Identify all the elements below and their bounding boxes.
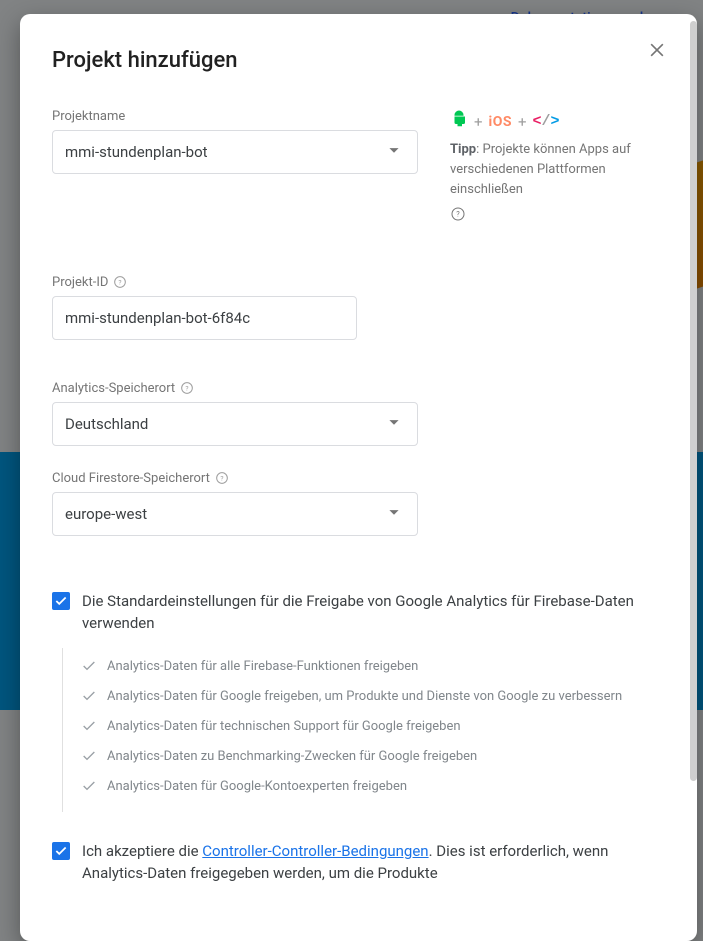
project-name-label: Projektname xyxy=(52,109,418,124)
analytics-sharing-sublist: Analytics-Daten für alle Firebase-Funkti… xyxy=(62,648,665,812)
ios-icon: iOS xyxy=(489,112,512,132)
project-id-input[interactable]: mmi-stundenplan-bot-6f84c xyxy=(52,296,357,340)
sublist-item-text: Analytics-Daten für Google freigeben, um… xyxy=(107,688,622,710)
add-project-dialog: Projekt hinzufügen Projektname mmi-stund… xyxy=(20,14,697,941)
close-icon xyxy=(647,40,667,60)
sublist-item-text: Analytics-Daten für alle Firebase-Funkti… xyxy=(107,658,418,680)
check-icon xyxy=(81,748,97,770)
svg-text:?: ? xyxy=(220,475,223,483)
sublist-item: Analytics-Daten für technischen Support … xyxy=(81,718,657,740)
accept-terms-label: Ich akzeptiere die Controller-Controller… xyxy=(82,840,665,884)
svg-text:?: ? xyxy=(119,279,122,287)
accept-terms-checkbox-row[interactable]: Ich akzeptiere die Controller-Controller… xyxy=(52,840,665,884)
sublist-item-text: Analytics-Daten für technischen Support … xyxy=(107,718,461,740)
sublist-item-text: Analytics-Daten zu Benchmarking-Zwecken … xyxy=(107,748,477,770)
defaults-checkbox-label: Die Standardeinstellungen für die Freiga… xyxy=(82,590,665,634)
tip-panel: + iOS + </> Tipp: Projekte können Apps a… xyxy=(450,109,665,224)
help-icon[interactable]: ? xyxy=(112,274,128,290)
code-icon: </> xyxy=(533,112,560,132)
check-icon xyxy=(81,778,97,800)
sublist-item: Analytics-Daten für Google-Kontoexperten… xyxy=(81,778,657,800)
controller-terms-link[interactable]: Controller-Controller-Bedingungen xyxy=(202,842,428,860)
defaults-checkbox-row[interactable]: Die Standardeinstellungen für die Freiga… xyxy=(52,590,665,634)
firestore-location-label: Cloud Firestore-Speicherort ? xyxy=(52,470,665,486)
android-icon xyxy=(450,109,468,134)
help-icon[interactable]: ? xyxy=(179,380,195,396)
svg-text:?: ? xyxy=(186,385,189,393)
help-icon[interactable]: ? xyxy=(214,470,230,486)
plus-icon: + xyxy=(518,112,527,132)
help-icon[interactable]: ? xyxy=(450,206,466,222)
project-name-value: mmi-stundenplan-bot xyxy=(65,143,208,161)
analytics-location-select[interactable]: Deutschland xyxy=(52,402,418,446)
analytics-location-value: Deutschland xyxy=(65,415,148,433)
firestore-location-value: europe-west xyxy=(65,505,147,523)
plus-icon: + xyxy=(474,112,483,132)
checkbox-checked-icon xyxy=(52,842,70,860)
dialog-title: Projekt hinzufügen xyxy=(52,48,665,73)
sublist-item: Analytics-Daten für alle Firebase-Funkti… xyxy=(81,658,657,680)
analytics-location-label: Analytics-Speicherort ? xyxy=(52,380,665,396)
check-icon xyxy=(81,658,97,680)
chevron-down-icon xyxy=(383,139,405,165)
firestore-location-select[interactable]: europe-west xyxy=(52,492,418,536)
project-id-label: Projekt-ID ? xyxy=(52,274,665,290)
chevron-down-icon xyxy=(383,501,405,527)
project-name-select[interactable]: mmi-stundenplan-bot xyxy=(52,130,418,174)
sublist-item: Analytics-Daten zu Benchmarking-Zwecken … xyxy=(81,748,657,770)
tip-label: Tipp xyxy=(450,142,476,157)
close-button[interactable] xyxy=(647,40,671,64)
scrollbar-thumb[interactable] xyxy=(690,21,697,781)
sublist-item-text: Analytics-Daten für Google-Kontoexperten… xyxy=(107,778,407,800)
checkbox-checked-icon xyxy=(52,592,70,610)
check-icon xyxy=(81,688,97,710)
sublist-item: Analytics-Daten für Google freigeben, um… xyxy=(81,688,657,710)
check-icon xyxy=(81,718,97,740)
chevron-down-icon xyxy=(383,411,405,437)
svg-text:?: ? xyxy=(456,209,460,218)
project-id-value: mmi-stundenplan-bot-6f84c xyxy=(65,309,250,327)
